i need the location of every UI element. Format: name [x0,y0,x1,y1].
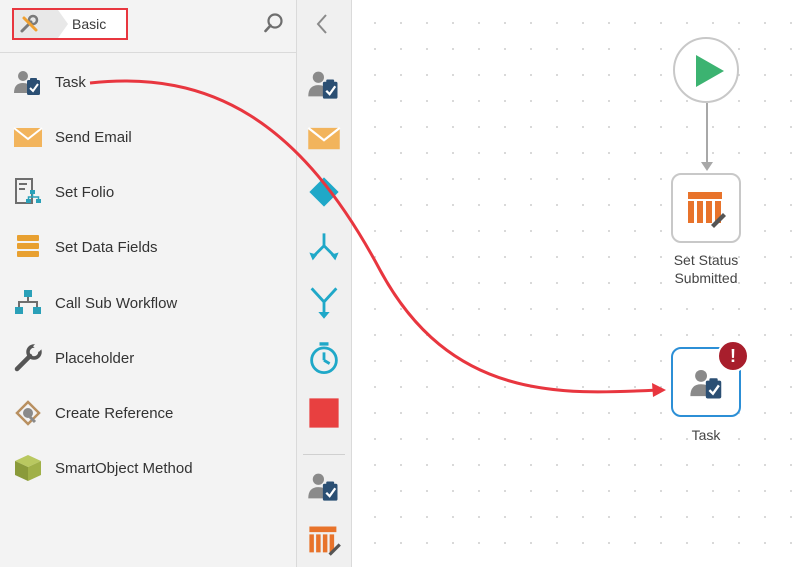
strip-divider [303,454,345,455]
folio-icon [15,178,41,204]
data-table-icon [688,192,726,228]
step-label-line: Set Status [673,252,739,268]
toolbox-item-label: Send Email [55,129,132,146]
toolbox-item-create-reference[interactable]: Create Reference [0,393,296,433]
search-icon[interactable] [263,12,285,34]
start-node[interactable] [673,37,739,103]
toolbox-item-placeholder[interactable]: Placeholder [0,338,296,378]
icon-strip [297,0,352,567]
data-fields-icon [17,235,39,257]
breadcrumb-basic[interactable]: Basic [72,16,106,32]
decision-icon[interactable] [306,174,342,210]
stop-icon[interactable] [306,395,342,431]
merge-icon[interactable] [306,285,342,321]
wrench-icon [14,342,43,372]
toolbox-item-label: Create Reference [55,405,174,422]
toolbox-item-set-folio[interactable]: Set Folio [0,172,296,212]
set-status-step-label: Set Status Submitted [646,251,766,287]
set-status-step-node[interactable] [671,173,741,243]
toolbox-home-crumb[interactable] [14,10,68,38]
sub-workflow-icon [15,290,41,314]
task-icon[interactable] [306,66,342,102]
reference-icon [15,400,41,426]
connector-arrow [701,162,713,171]
toolbox-header: Basic [0,0,296,53]
workflow-canvas[interactable]: Set Status Submitted ! Task [352,0,800,567]
data-table-icon[interactable] [306,522,342,558]
split-icon[interactable] [306,230,342,266]
toolbox-item-label: Set Folio [55,184,115,201]
task-icon[interactable] [306,468,342,504]
error-badge[interactable]: ! [717,340,749,372]
toolbox-item-label: Set Data Fields [55,239,158,256]
toolbox-item-smartobject-method[interactable]: SmartObject Method [0,448,296,488]
connector-line[interactable] [706,103,708,165]
toolbox-item-task[interactable]: Task [0,62,296,102]
toolbox-item-label: Placeholder [55,350,135,367]
chevron-left-icon[interactable] [312,12,332,36]
toolbox-item-send-email[interactable]: Send Email [0,117,296,157]
toolbox-item-call-sub-workflow[interactable]: Call Sub Workflow [0,283,296,323]
step-label-line: Submitted [674,270,738,286]
toolbox-item-label: Task [55,74,86,91]
task-step-label: Task [691,427,721,443]
task-icon [14,71,40,95]
toolbox-item-set-data-fields[interactable]: Set Data Fields [0,227,296,267]
toolbox-item-label: Call Sub Workflow [55,295,178,312]
timer-icon[interactable] [306,340,342,376]
toolbox-item-label: SmartObject Method [55,460,193,477]
toolbox-panel: Basic Task Send Email Set Folio Set Data… [0,0,297,567]
breadcrumb[interactable]: Basic [12,8,128,40]
smartobject-icon [15,455,41,481]
play-icon [696,55,724,87]
email-icon[interactable] [306,120,342,156]
email-icon [13,127,43,147]
tools-icon [20,14,39,33]
task-icon [690,369,722,399]
